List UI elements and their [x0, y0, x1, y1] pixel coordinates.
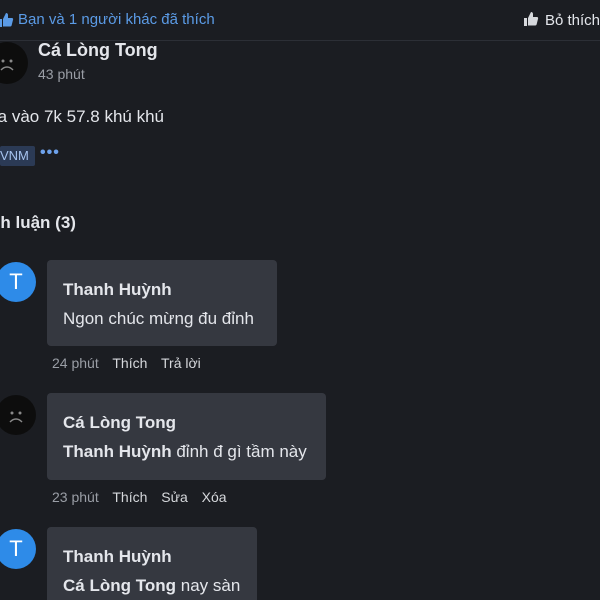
comment-text: Thanh Huỳnh đỉnh đ gì tầm này — [63, 442, 307, 462]
mention-link[interactable]: Thanh Huỳnh — [63, 442, 172, 461]
comment-bubble: Thanh Huỳnh Cá Lòng Tong nay sàn — [47, 527, 257, 600]
unlike-label: Bỏ thích — [544, 12, 600, 29]
like-comment-button[interactable]: Thích — [112, 489, 147, 505]
comment-text: Ngon chúc mừng đu đỉnh — [63, 309, 254, 328]
post-content-text: ra vào 7k 57.8 khú khú — [0, 107, 165, 126]
thumbs-up-icon — [523, 12, 539, 26]
reply-comment-button[interactable]: Trả lời — [161, 355, 201, 371]
like-summary-bar: Bạn và 1 người khác đã thích Bỏ thích — [0, 0, 600, 41]
comment-body: đỉnh đ gì tầm này — [176, 442, 307, 461]
mention-link[interactable]: Cá Lòng Tong — [63, 576, 176, 595]
comment-body: nay sàn — [180, 576, 241, 595]
more-options-button[interactable]: ••• — [40, 142, 60, 164]
commenter-avatar[interactable]: T — [0, 529, 36, 569]
commenter-avatar[interactable]: T — [0, 262, 36, 302]
edit-comment-button[interactable]: Sửa — [161, 489, 188, 505]
commenter-avatar[interactable] — [0, 395, 36, 435]
comment-bubble: Thanh Huỳnh Ngon chúc mừng đu đỉnh — [47, 260, 277, 346]
comment-time[interactable]: 24 phút — [52, 355, 99, 371]
author-avatar[interactable] — [0, 42, 28, 84]
thumbs-up-icon — [0, 13, 14, 27]
post-content: ra vào 7k 57.8 khú khú — [0, 107, 164, 127]
sad-face-icon — [9, 411, 23, 423]
post-detail-page: Bạn và 1 người khác đã thích Bỏ thích Cá… — [0, 0, 600, 600]
stock-tag[interactable]: VNM — [0, 146, 35, 166]
comment-text: Cá Lòng Tong nay sàn — [63, 576, 240, 596]
commenter-name[interactable]: Thanh Huỳnh — [63, 547, 172, 567]
comment-actions: 24 phút Thích Trả lời — [52, 355, 211, 371]
like-comment-button[interactable]: Thích — [112, 355, 147, 371]
commenter-name[interactable]: Cá Lòng Tong — [63, 413, 176, 433]
commenter-name[interactable]: Thanh Huỳnh — [63, 280, 172, 300]
comment-bubble: Cá Lòng Tong Thanh Huỳnh đỉnh đ gì tầm n… — [47, 393, 326, 480]
sad-face-icon — [0, 59, 14, 71]
comment-actions: 23 phút Thích Sửa Xóa — [52, 489, 237, 505]
comment-time[interactable]: 23 phút — [52, 489, 99, 505]
delete-comment-button[interactable]: Xóa — [202, 489, 227, 505]
like-summary-text[interactable]: Bạn và 1 người khác đã thích — [18, 11, 215, 28]
post-author-name[interactable]: Cá Lòng Tong — [38, 40, 158, 61]
comments-heading: nh luận (3) — [0, 213, 76, 232]
post-timestamp[interactable]: 43 phút — [38, 66, 85, 82]
unlike-button[interactable]: Bỏ thích — [523, 11, 600, 29]
